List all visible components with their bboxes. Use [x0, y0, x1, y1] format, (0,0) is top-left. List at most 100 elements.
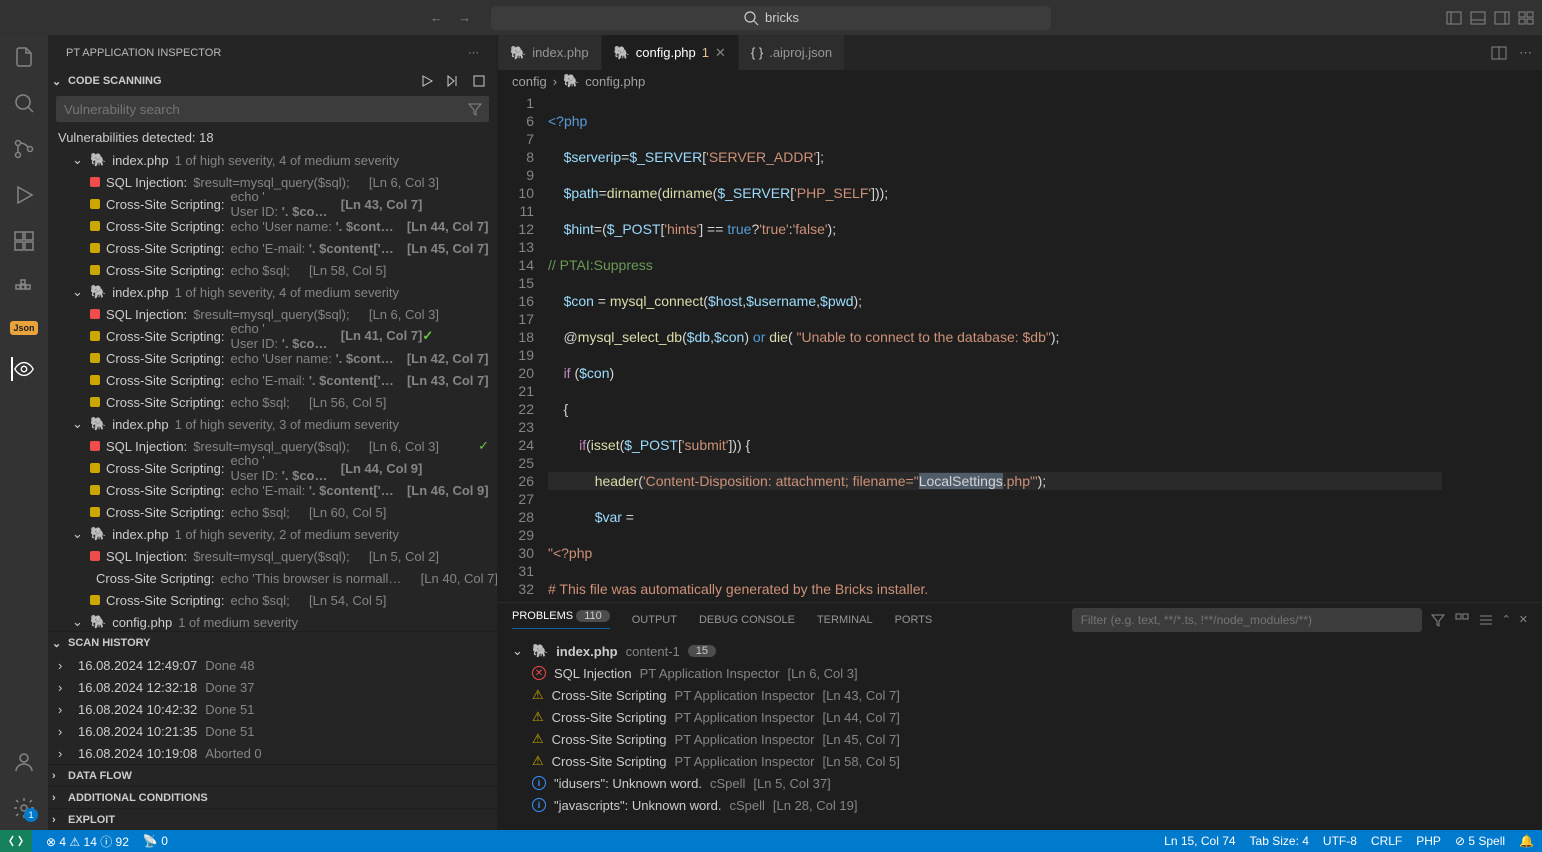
filter-icon[interactable] [1430, 612, 1446, 628]
scan-history-item[interactable]: ›16.08.2024 10:19:08 Aborted 0 [48, 742, 497, 764]
problems-file-row[interactable]: ⌄ 🐘 index.php content-1 15 [498, 640, 1542, 662]
layout-grid-icon[interactable] [1518, 10, 1534, 26]
code-scanning-section[interactable]: ⌄CODE SCANNING [48, 70, 497, 92]
exploit-section[interactable]: ›EXPLOIT [48, 808, 497, 830]
status-language[interactable]: PHP [1416, 834, 1441, 848]
chevron-down-icon: ⌄ [72, 614, 84, 630]
step-icon[interactable] [445, 73, 461, 89]
filter-icon[interactable] [467, 101, 483, 117]
tab-output[interactable]: OUTPUT [632, 614, 677, 626]
status-tabsize[interactable]: Tab Size: 4 [1250, 834, 1309, 848]
file-group[interactable]: ⌄🐘index.php 1 of high severity, 3 of med… [48, 413, 497, 435]
file-group[interactable]: ⌄🐘index.php 1 of high severity, 2 of med… [48, 523, 497, 545]
php-icon: 🐘 [532, 643, 548, 659]
json-icon[interactable]: Json [10, 321, 37, 335]
vulnerability-item[interactable]: Cross-Site Scripting: echo 'User name: '… [48, 347, 497, 369]
vulnerability-item[interactable]: Cross-Site Scripting: echo $sql; [Ln 56,… [48, 391, 497, 413]
tab-terminal[interactable]: TERMINAL [817, 614, 873, 626]
more-icon[interactable]: ⋯ [1519, 45, 1532, 61]
inspector-icon[interactable] [11, 357, 35, 381]
status-encoding[interactable]: UTF-8 [1323, 834, 1357, 848]
docker-icon[interactable] [12, 275, 36, 299]
breadcrumb[interactable]: config › 🐘 config.php [498, 70, 1542, 92]
explorer-icon[interactable] [12, 45, 36, 69]
search-activity-icon[interactable] [12, 91, 36, 115]
problem-item[interactable]: ⚠Cross-Site Scripting PT Application Ins… [498, 750, 1542, 772]
stop-icon[interactable] [471, 73, 487, 89]
chevron-right-icon: › [52, 770, 64, 782]
additional-conditions-section[interactable]: ›ADDITIONAL CONDITIONS [48, 786, 497, 808]
file-group[interactable]: ⌄🐘index.php 1 of high severity, 4 of med… [48, 281, 497, 303]
file-group[interactable]: ⌄🐘index.php 1 of high severity, 4 of med… [48, 149, 497, 171]
close-icon[interactable]: ✕ [715, 45, 726, 61]
play-icon[interactable] [419, 73, 435, 89]
scan-history-item[interactable]: ›16.08.2024 10:21:35 Done 51 [48, 720, 497, 742]
vulnerability-item[interactable]: SQL Injection: $result=mysql_query($sql)… [48, 545, 497, 567]
back-icon[interactable]: ← [430, 10, 443, 25]
account-icon[interactable] [12, 750, 36, 774]
vulnerability-item[interactable]: Cross-Site Scripting: echo 'User ID: '. … [48, 457, 497, 479]
problem-item[interactable]: ✕SQL Injection PT Application Inspector … [498, 662, 1542, 684]
settings-button[interactable]: 1 [12, 796, 36, 820]
status-errors[interactable]: ⊗ 4 ⚠ 14 ⓘ 92 [46, 833, 129, 850]
editor-tab[interactable]: 🐘index.php [498, 35, 602, 70]
problems-filter-input[interactable] [1072, 608, 1422, 632]
vulnerability-item[interactable]: Cross-Site Scripting: echo $sql; [Ln 60,… [48, 501, 497, 523]
editor-tab[interactable]: 🐘config.php 1 ✕ [602, 35, 739, 70]
vulnerability-item[interactable]: Cross-Site Scripting: echo $sql; [Ln 58,… [48, 259, 497, 281]
problem-item[interactable]: i"javascripts": Unknown word. cSpell [Ln… [498, 794, 1542, 816]
severity-icon [90, 221, 100, 231]
status-position[interactable]: Ln 15, Col 74 [1164, 834, 1235, 848]
minimap[interactable] [1442, 92, 1542, 602]
collapse-icon[interactable] [1454, 612, 1470, 628]
close-icon[interactable]: ✕ [1519, 613, 1528, 626]
remote-indicator[interactable] [0, 830, 32, 852]
tab-ports[interactable]: PORTS [895, 614, 933, 626]
layout-sidebar-icon[interactable] [1446, 10, 1462, 26]
severity-icon [90, 397, 100, 407]
file-group[interactable]: ⌄🐘config.php 1 of medium severity [48, 611, 497, 631]
severity-icon [90, 485, 100, 495]
problem-item[interactable]: ⚠Cross-Site Scripting PT Application Ins… [498, 706, 1542, 728]
status-bell-icon[interactable]: 🔔 [1519, 834, 1534, 848]
chevron-up-icon[interactable]: ⌃ [1502, 613, 1511, 626]
command-center[interactable]: bricks [491, 6, 1051, 30]
debug-icon[interactable] [12, 183, 36, 207]
scan-history-item[interactable]: ›16.08.2024 10:42:32 Done 51 [48, 698, 497, 720]
status-eol[interactable]: CRLF [1371, 834, 1402, 848]
status-ports[interactable]: 📡 0 [143, 834, 168, 848]
scan-history-item[interactable]: ›16.08.2024 12:32:18 Done 37 [48, 676, 497, 698]
problem-item[interactable]: i"idusers": Unknown word. cSpell [Ln 5, … [498, 772, 1542, 794]
status-spell[interactable]: ⊘ 5 Spell [1455, 834, 1505, 848]
vulnerability-search-input[interactable] [56, 96, 489, 122]
problem-item[interactable]: ⚠Cross-Site Scripting PT Application Ins… [498, 728, 1542, 750]
vulnerability-item[interactable]: Cross-Site Scripting: echo 'User ID: '. … [48, 193, 497, 215]
list-icon[interactable] [1478, 612, 1494, 628]
scan-history-section[interactable]: ⌄SCAN HISTORY [48, 632, 497, 654]
layout-panel-icon[interactable] [1470, 10, 1486, 26]
chevron-down-icon: ⌄ [52, 637, 64, 650]
vulnerability-item[interactable]: Cross-Site Scripting: echo $sql; [Ln 54,… [48, 589, 497, 611]
code-content[interactable]: <?php $serverip=$_SERVER['SERVER_ADDR'];… [548, 92, 1442, 602]
scan-history-item[interactable]: ›16.08.2024 12:49:07 Done 48 [48, 654, 497, 676]
editor-tab[interactable]: { }.aiproj.json [739, 35, 845, 70]
tab-debug[interactable]: DEBUG CONSOLE [699, 614, 795, 626]
problem-item[interactable]: ⚠Cross-Site Scripting PT Application Ins… [498, 684, 1542, 706]
scm-icon[interactable] [12, 137, 36, 161]
split-icon[interactable] [1491, 45, 1507, 61]
vulnerability-item[interactable]: Cross-Site Scripting: echo 'E-mail: '. $… [48, 479, 497, 501]
vulnerability-item[interactable]: Cross-Site Scripting: echo 'User ID: '. … [48, 325, 497, 347]
more-icon[interactable]: ⋯ [468, 46, 479, 59]
layout-sidebar-right-icon[interactable] [1494, 10, 1510, 26]
data-flow-section[interactable]: ›DATA FLOW [48, 764, 497, 786]
vulnerability-item[interactable]: Cross-Site Scripting: echo 'User name: '… [48, 215, 497, 237]
extensions-icon[interactable] [12, 229, 36, 253]
search-text: bricks [765, 10, 799, 25]
vulnerability-item[interactable]: Cross-Site Scripting: echo 'E-mail: '. $… [48, 369, 497, 391]
chevron-down-icon: ⌄ [72, 526, 84, 542]
vulnerability-item[interactable]: Cross-Site Scripting: echo 'This browser… [48, 567, 497, 589]
code-editor[interactable]: 1678910111213141516171819202122232425262… [498, 92, 1542, 602]
forward-icon[interactable]: → [458, 10, 471, 25]
tab-problems[interactable]: PROBLEMS 110 [512, 610, 610, 629]
vulnerability-item[interactable]: Cross-Site Scripting: echo 'E-mail: '. $… [48, 237, 497, 259]
